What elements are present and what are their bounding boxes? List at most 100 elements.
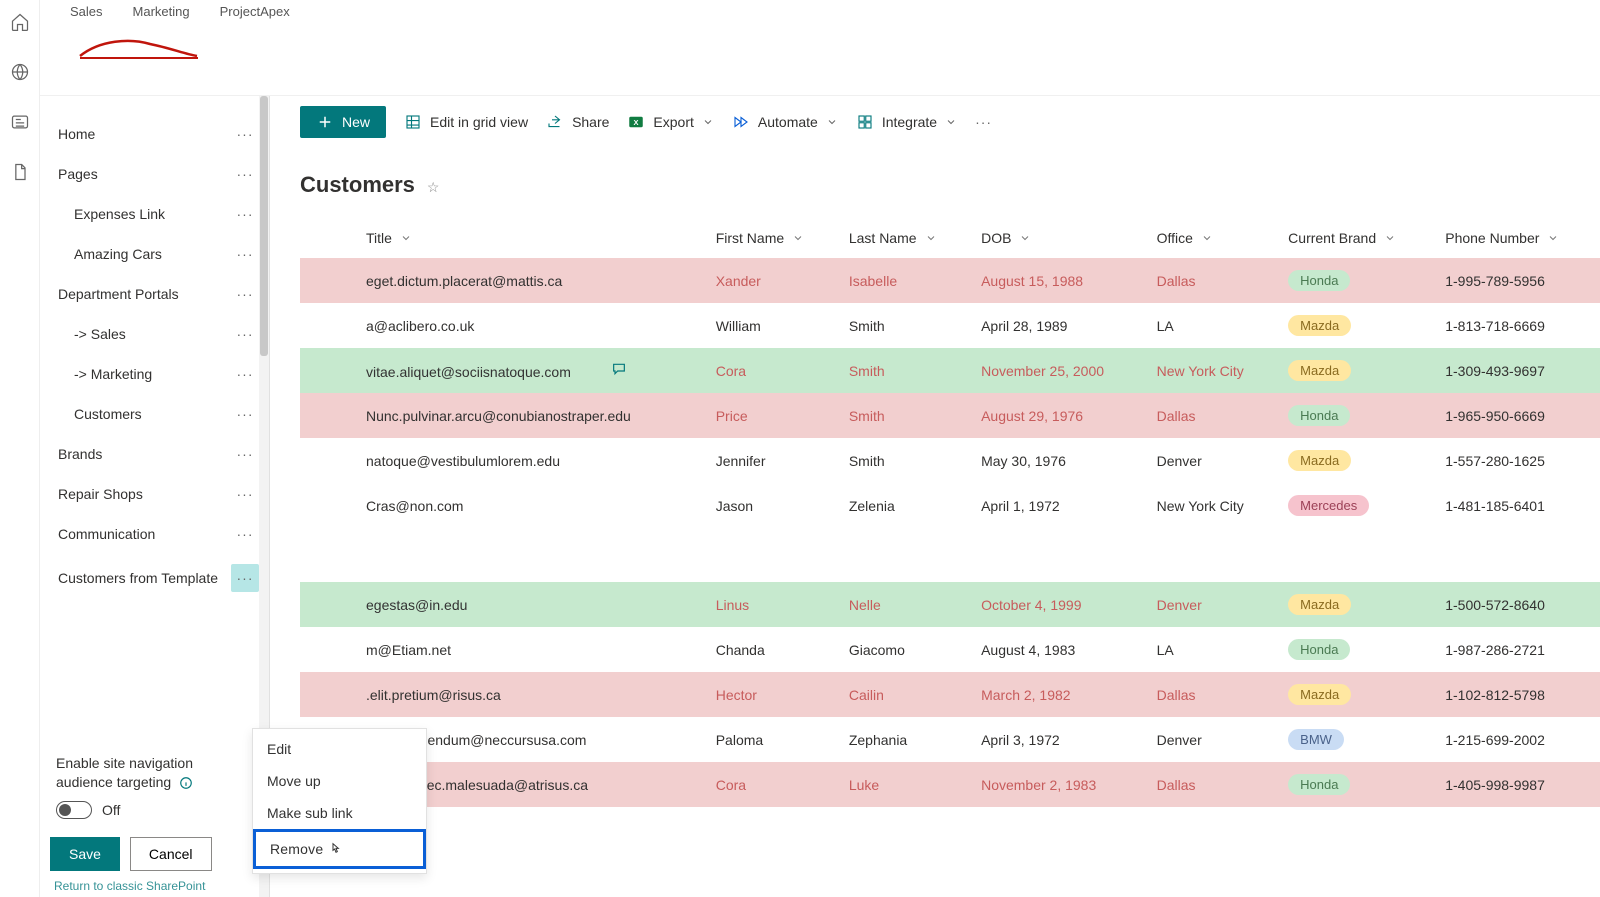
nav-department-portals[interactable]: Department Portals···	[40, 274, 269, 314]
nav-communication[interactable]: Communication···	[40, 514, 269, 554]
targeting-toggle[interactable]	[56, 801, 92, 819]
integrate-button[interactable]: Integrate	[856, 113, 957, 131]
share-button[interactable]: Share	[546, 113, 609, 131]
nav-mkt-more[interactable]: ···	[231, 360, 259, 388]
cell-title[interactable]: Cras@non.com	[356, 483, 706, 528]
return-classic-link[interactable]: Return to classic SharePoint	[40, 879, 269, 897]
nav-comm-more[interactable]: ···	[231, 520, 259, 548]
cell-phone: 1-813-718-6669	[1435, 303, 1600, 348]
cell-office: LA	[1147, 627, 1279, 672]
nav-sales[interactable]: -> Sales···	[40, 314, 269, 354]
cell-brand: BMW	[1278, 717, 1435, 762]
cell-dob: August 4, 1983	[971, 627, 1147, 672]
nav-amazing-more[interactable]: ···	[231, 240, 259, 268]
ctx-make-sub-link[interactable]: Make sub link	[253, 797, 426, 829]
cell-first-name: Cora	[706, 762, 839, 807]
cell-title[interactable]: natoque@vestibulumlorem.edu	[356, 438, 706, 483]
cell-phone: 1-102-812-5798	[1435, 672, 1600, 717]
ctx-edit[interactable]: Edit	[253, 733, 426, 765]
nav-cust-more[interactable]: ···	[231, 400, 259, 428]
table-row[interactable]: .elit.pretium@risus.caHectorCailinMarch …	[300, 672, 1600, 717]
cell-office: Dallas	[1147, 672, 1279, 717]
cell-title[interactable]: m@Etiam.net	[356, 627, 706, 672]
news-icon[interactable]	[10, 112, 30, 132]
cell-last-name: Giacomo	[839, 627, 971, 672]
nav-ctempl-more[interactable]: ···	[231, 564, 259, 592]
table-row[interactable]: egestas@in.eduLinusNelleOctober 4, 1999D…	[300, 582, 1600, 627]
nav-pages-more[interactable]: ···	[231, 160, 259, 188]
table-row[interactable]: eget.dictum.placerat@mattis.caXanderIsab…	[300, 258, 1600, 303]
favorite-icon[interactable]: ☆	[427, 179, 440, 196]
cell-phone: 1-405-998-9987	[1435, 762, 1600, 807]
nav-expenses-more[interactable]: ···	[231, 200, 259, 228]
new-label: New	[342, 114, 370, 130]
hub-link-sales[interactable]: Sales	[70, 4, 103, 19]
table-row[interactable]: Nunc.pulvinar.arcu@conubianostraper.eduP…	[300, 393, 1600, 438]
nav-repair-more[interactable]: ···	[231, 480, 259, 508]
cell-title[interactable]: a@aclibero.co.uk	[356, 303, 706, 348]
targeting-state: Off	[102, 801, 120, 819]
nav-brands-more[interactable]: ···	[231, 440, 259, 468]
ctx-move-up[interactable]: Move up	[253, 765, 426, 797]
table-row[interactable]: empor.bibendum@neccursusa.comPalomaZepha…	[300, 717, 1600, 762]
nav-brands[interactable]: Brands···	[40, 434, 269, 474]
nav-repair-shops[interactable]: Repair Shops···	[40, 474, 269, 514]
nav-dept-more[interactable]: ···	[231, 280, 259, 308]
comment-icon[interactable]	[611, 364, 627, 380]
cancel-button[interactable]: Cancel	[130, 837, 212, 871]
table-row[interactable]: Cras@non.comJasonZeleniaApril 1, 1972New…	[300, 483, 1600, 528]
file-icon[interactable]	[10, 162, 30, 182]
chevron-down-icon	[826, 116, 838, 128]
edit-in-grid-button[interactable]: Edit in grid view	[404, 113, 528, 131]
cell-office: Denver	[1147, 717, 1279, 762]
cell-title[interactable]: Nunc.pulvinar.arcu@conubianostraper.edu	[356, 393, 706, 438]
site-logo[interactable]	[70, 25, 205, 73]
cell-dob: May 30, 1976	[971, 438, 1147, 483]
save-button[interactable]: Save	[50, 837, 120, 871]
nav-expenses-link[interactable]: Expenses Link···	[40, 194, 269, 234]
nav-marketing[interactable]: -> Marketing···	[40, 354, 269, 394]
cell-first-name: Price	[706, 393, 839, 438]
nav-customers-from-template[interactable]: Customers from Template···	[40, 554, 269, 602]
cell-title[interactable]: .elit.pretium@risus.ca	[356, 672, 706, 717]
cell-title[interactable]: vitae.aliquet@sociisnatoque.com	[356, 348, 706, 393]
home-icon[interactable]	[10, 12, 30, 32]
nav-sales-more[interactable]: ···	[231, 320, 259, 348]
cell-title[interactable]: eget.dictum.placerat@mattis.ca	[356, 258, 706, 303]
table-row[interactable]: vitae.aliquet@sociisnatoque.comCoraSmith…	[300, 348, 1600, 393]
nav-amazing-cars[interactable]: Amazing Cars···	[40, 234, 269, 274]
cell-office: Dallas	[1147, 762, 1279, 807]
new-button[interactable]: New	[300, 106, 386, 138]
cell-first-name: Chanda	[706, 627, 839, 672]
col-dob[interactable]: DOB	[981, 230, 1031, 246]
col-current-brand[interactable]: Current Brand	[1288, 230, 1396, 246]
globe-icon[interactable]	[10, 62, 30, 82]
cell-brand: Honda	[1278, 627, 1435, 672]
col-last-name[interactable]: Last Name	[849, 230, 937, 246]
col-phone-number[interactable]: Phone Number	[1445, 230, 1559, 246]
cell-phone: 1-557-280-1625	[1435, 438, 1600, 483]
table-row[interactable]: eleifend.nec.malesuada@atrisus.caCoraLuk…	[300, 762, 1600, 807]
export-button[interactable]: X Export	[627, 113, 713, 131]
col-title[interactable]: Title	[366, 230, 412, 246]
col-office[interactable]: Office	[1157, 230, 1213, 246]
list-table-wrap[interactable]: Title First Name Last Name DOB Office Cu…	[300, 218, 1600, 897]
cmd-more[interactable]: ···	[975, 114, 992, 130]
nav-home[interactable]: Home···	[40, 114, 269, 154]
hub-link-projectapex[interactable]: ProjectApex	[220, 4, 290, 19]
info-icon[interactable]	[179, 776, 193, 790]
cell-brand: Mazda	[1278, 438, 1435, 483]
cell-office: Dallas	[1147, 393, 1279, 438]
cell-office: New York City	[1147, 348, 1279, 393]
table-row[interactable]: a@aclibero.co.ukWilliamSmithApril 28, 19…	[300, 303, 1600, 348]
nav-home-more[interactable]: ···	[231, 120, 259, 148]
cell-title[interactable]: egestas@in.edu	[356, 582, 706, 627]
automate-button[interactable]: Automate	[732, 113, 838, 131]
col-first-name[interactable]: First Name	[716, 230, 804, 246]
table-row[interactable]: m@Etiam.netChandaGiacomoAugust 4, 1983LA…	[300, 627, 1600, 672]
ctx-remove[interactable]: Remove	[253, 829, 426, 869]
table-row[interactable]: natoque@vestibulumlorem.eduJenniferSmith…	[300, 438, 1600, 483]
nav-pages[interactable]: Pages···	[40, 154, 269, 194]
nav-customers[interactable]: Customers···	[40, 394, 269, 434]
hub-link-marketing[interactable]: Marketing	[133, 4, 190, 19]
